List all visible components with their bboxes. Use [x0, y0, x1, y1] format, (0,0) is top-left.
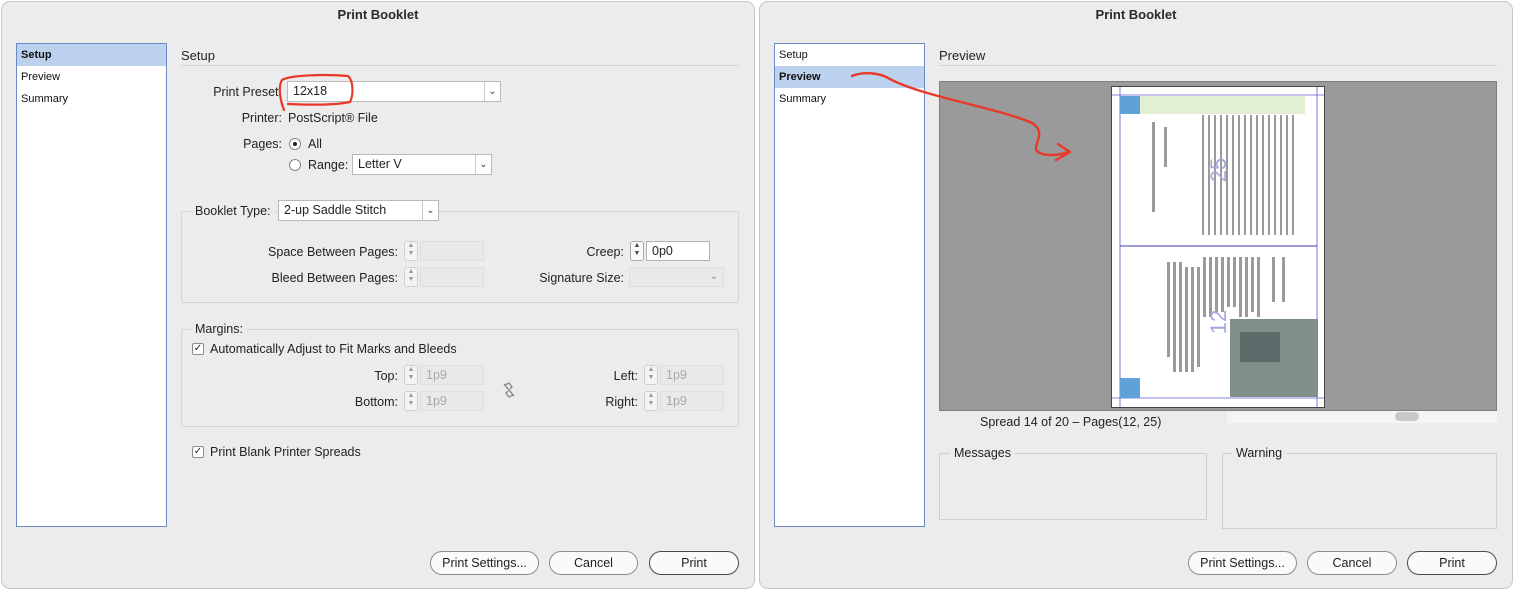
section-title: Setup — [181, 48, 215, 63]
spread-scrollbar[interactable] — [1227, 411, 1497, 423]
margin-right-field: 1p9 — [660, 391, 724, 411]
annotation-circle — [278, 73, 354, 112]
margin-left-stepper: ▲ ▼ — [644, 365, 658, 385]
margin-left-label: Left: — [613, 369, 638, 383]
printer-label: Printer: — [241, 111, 282, 125]
annotation-arrow — [850, 72, 1072, 162]
dialog-title: Print Booklet — [1095, 7, 1177, 22]
pages-all-label: All — [308, 137, 322, 151]
auto-adjust-label: Automatically Adjust to Fit Marks and Bl… — [210, 342, 457, 356]
page-number-bottom: 12 — [1206, 309, 1232, 335]
print-settings-button[interactable]: Print Settings... — [430, 551, 539, 575]
creep-field[interactable]: 0p0 — [646, 241, 710, 261]
chevron-down-icon: ⌄ — [475, 155, 491, 174]
auto-adjust-checkbox[interactable]: ✓ — [192, 343, 204, 355]
spread-thumbnail — [1112, 87, 1324, 407]
signature-size-dropdown: ⌄ — [629, 267, 724, 287]
space-between-pages-label: Space Between Pages: — [268, 245, 398, 259]
pages-range-radio[interactable] — [289, 159, 301, 171]
warning-label: Warning — [1232, 446, 1287, 460]
margins-label: Margins: — [191, 322, 247, 336]
pages-range-label: Range: — [308, 158, 349, 172]
print-preset-label: Print Preset: — [213, 85, 282, 99]
chain-link-icon — [503, 382, 515, 398]
messages-box — [939, 453, 1207, 520]
creep-label: Creep: — [586, 245, 624, 259]
spread-indicator: Spread 14 of 20 – Pages(12, 25) — [980, 415, 1162, 429]
margin-bottom-stepper: ▲ ▼ — [404, 391, 418, 411]
section-title: Preview — [939, 48, 986, 63]
messages-label: Messages — [950, 446, 1015, 460]
margin-top-label: Top: — [374, 369, 398, 383]
pages-all-radio[interactable] — [289, 138, 301, 150]
nav-item-setup[interactable]: Setup — [775, 44, 924, 66]
booklet-type-label: Booklet Type: — [191, 204, 275, 218]
creep-stepper[interactable]: ▲ ▼ — [630, 241, 644, 261]
bleed-between-stepper: ▲ ▼ — [404, 267, 418, 287]
pages-range-value: Letter V — [358, 157, 402, 171]
margin-right-label: Right: — [605, 395, 638, 409]
divider — [181, 65, 739, 66]
nav-item-preview[interactable]: Preview — [17, 66, 166, 88]
preview-sheet: 25 12 — [1111, 86, 1325, 408]
printer-value: PostScript® File — [288, 111, 378, 125]
nav-item-summary[interactable]: Summary — [17, 88, 166, 110]
nav-item-setup[interactable]: Setup — [17, 44, 166, 66]
space-between-stepper: ▲ ▼ — [404, 241, 418, 261]
margin-top-field: 1p9 — [420, 365, 484, 385]
print-blank-label: Print Blank Printer Spreads — [210, 445, 361, 459]
margin-left-field: 1p9 — [660, 365, 724, 385]
cancel-button[interactable]: Cancel — [549, 551, 638, 575]
print-button[interactable]: Print — [649, 551, 739, 575]
nav-list: Setup Preview Summary — [16, 43, 167, 527]
margin-bottom-label: Bottom: — [354, 395, 398, 409]
chevron-down-icon: ⌄ — [709, 271, 718, 282]
print-settings-button[interactable]: Print Settings... — [1188, 551, 1297, 575]
space-between-field — [420, 241, 484, 261]
margin-bottom-field: 1p9 — [420, 391, 484, 411]
chevron-down-icon: ⌄ — [484, 82, 500, 101]
margin-top-stepper: ▲ ▼ — [404, 365, 418, 385]
print-blank-checkbox[interactable]: ✓ — [192, 446, 204, 458]
page-number-top: 25 — [1206, 157, 1232, 183]
booklet-type-dropdown[interactable]: 2-up Saddle Stitch ⌄ — [278, 200, 439, 221]
pages-label: Pages: — [243, 137, 282, 151]
print-button[interactable]: Print — [1407, 551, 1497, 575]
booklet-type-value: 2-up Saddle Stitch — [284, 203, 387, 217]
bleed-between-field — [420, 267, 484, 287]
dialog-title: Print Booklet — [337, 7, 419, 22]
scrollbar-thumb[interactable] — [1395, 412, 1419, 421]
pages-range-dropdown[interactable]: Letter V ⌄ — [352, 154, 492, 175]
bleed-between-pages-label: Bleed Between Pages: — [271, 271, 398, 285]
cancel-button[interactable]: Cancel — [1307, 551, 1397, 575]
warning-box — [1222, 453, 1497, 529]
margin-right-stepper: ▲ ▼ — [644, 391, 658, 411]
chevron-down-icon: ⌄ — [422, 201, 438, 220]
signature-size-label: Signature Size: — [539, 271, 624, 285]
